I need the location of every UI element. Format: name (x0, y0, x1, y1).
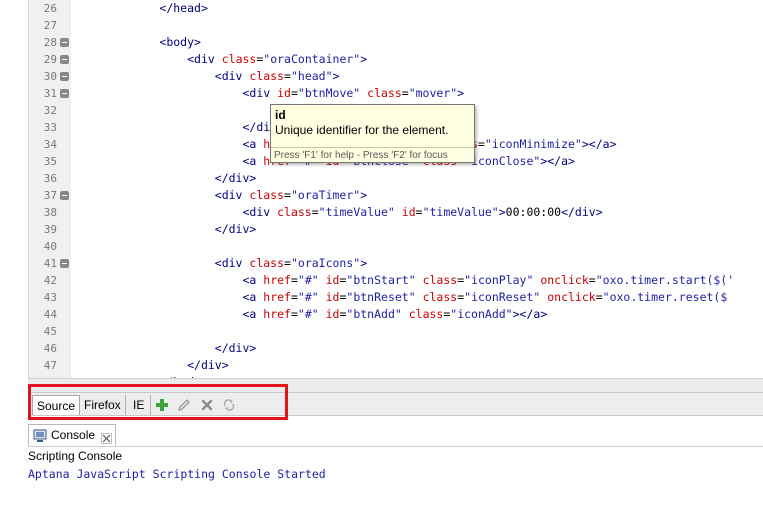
code-text: </div> (214, 222, 257, 236)
code-text: <div class="head"> (214, 69, 340, 83)
code-line: 41 <div class="oraIcons"> (29, 255, 763, 272)
code-line: 36 </div> (29, 170, 763, 187)
code-text: <div id="btnMove" class="mover"> (242, 86, 465, 100)
code-line: 45 (29, 323, 763, 340)
fold-collapse-icon[interactable] (60, 72, 69, 81)
line-number: 30 (43, 70, 57, 83)
code-editor[interactable]: 26 </head> 27 28 <body> 29 <div class="oraC… (28, 0, 763, 378)
code-text: <a href="#" id="btnStart" class="iconPla… (242, 273, 735, 287)
line-number: 39 (43, 223, 57, 236)
fold-collapse-icon[interactable] (60, 89, 69, 98)
line-number: 28 (43, 36, 57, 49)
fold-collapse-icon[interactable] (60, 191, 69, 200)
code-line: 39 </div> (29, 221, 763, 238)
line-number: 45 (43, 325, 57, 338)
line-number: 40 (43, 240, 57, 253)
line-number: 29 (43, 53, 57, 66)
highlight-box (28, 384, 288, 420)
code-line: 42 <a href="#" id="btnStart" class="icon… (29, 272, 763, 289)
line-number: 42 (43, 274, 57, 287)
code-text: <a href="#" id="btnReset" class="iconRes… (242, 290, 728, 304)
code-text: <body> (159, 35, 201, 49)
fold-collapse-icon[interactable] (60, 55, 69, 64)
code-line: 29 <div class="oraContainer"> (29, 51, 763, 68)
tooltip-description: Unique identifier for the element. (275, 123, 449, 137)
console-tab-label: Console (51, 428, 96, 442)
fold-collapse-icon[interactable] (60, 259, 69, 268)
code-text: <div class="oraContainer"> (187, 52, 368, 66)
code-text: <a href="#" id="btnAdd" class="iconAdd">… (242, 307, 548, 321)
line-number: 43 (43, 291, 57, 304)
code-line: 27 (29, 17, 763, 34)
code-line: 44 <a href="#" id="btnAdd" class="iconAd… (29, 306, 763, 323)
code-line: 31 <div id="btnMove" class="mover"> (29, 85, 763, 102)
code-line: 37 <div class="oraTimer"> (29, 187, 763, 204)
code-text: <div class="timeValue" id="timeValue">00… (242, 205, 603, 219)
left-margin (0, 0, 28, 516)
console-name: Scripting Console (28, 449, 123, 463)
line-number: 36 (43, 172, 57, 185)
code-line: 38 <div class="timeValue" id="timeValue"… (29, 204, 763, 221)
code-text: </div> (187, 358, 229, 372)
line-number: 44 (43, 308, 57, 321)
line-number: 38 (43, 206, 57, 219)
line-number: 31 (43, 87, 57, 100)
line-number: 34 (43, 138, 57, 151)
console-header: Console (28, 424, 763, 446)
code-line: 40 (29, 238, 763, 255)
fold-collapse-icon[interactable] (60, 38, 69, 47)
tooltip-help-text: Press 'F1' for help - Press 'F2' for foc… (274, 150, 448, 161)
code-text: </div> (214, 171, 257, 185)
code-text: </div> (214, 341, 257, 355)
line-number: 37 (43, 189, 57, 202)
console-body[interactable]: Scripting Console Aptana JavaScript Scri… (28, 446, 763, 516)
line-number: 32 (43, 104, 57, 117)
console-output: Aptana JavaScript Scripting Console Star… (28, 467, 326, 481)
tooltip-title: id (275, 108, 286, 122)
line-number: 46 (43, 342, 57, 355)
attribute-tooltip: id Unique identifier for the element. Pr… (270, 104, 475, 163)
code-text: </div> (242, 120, 284, 134)
line-number: 35 (43, 155, 57, 168)
tooltip-separator (271, 147, 474, 148)
code-line: 28 <body> (29, 34, 763, 51)
code-line: 26 </head> (29, 0, 763, 17)
code-line: 47 </div> (29, 357, 763, 374)
code-text: <div class="oraIcons"> (214, 256, 368, 270)
console-monitor-icon (33, 428, 47, 447)
line-number: 33 (43, 121, 57, 134)
tab-console[interactable]: Console (28, 424, 116, 446)
code-text: </head> (159, 1, 208, 15)
line-number: 41 (43, 257, 57, 270)
line-number: 47 (43, 359, 57, 372)
line-number: 26 (43, 2, 57, 15)
code-text: <div class="oraTimer"> (214, 188, 368, 202)
line-number: 27 (43, 19, 57, 32)
code-line: 43 <a href="#" id="btnReset" class="icon… (29, 289, 763, 306)
code-line: 30 <div class="head"> (29, 68, 763, 85)
code-line: 46 </div> (29, 340, 763, 357)
